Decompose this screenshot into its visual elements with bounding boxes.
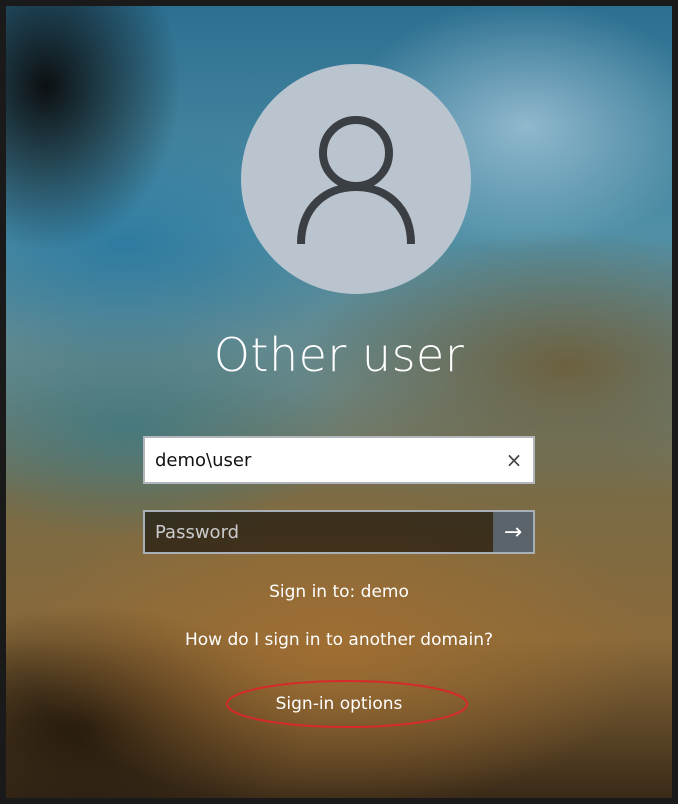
user-silhouette-icon	[297, 116, 415, 245]
arrow-right-icon[interactable]: →	[493, 512, 533, 552]
help-link[interactable]: How do I sign in to another domain?	[6, 630, 672, 650]
username-value[interactable]: demo\user	[145, 450, 495, 471]
sign-in-options-link[interactable]: Sign-in options	[6, 694, 672, 714]
username-field[interactable]: demo\user ×	[143, 436, 535, 484]
page-title: Other user	[213, 328, 465, 382]
close-icon[interactable]: ×	[495, 438, 533, 482]
password-field[interactable]: Password →	[143, 510, 535, 554]
lock-screen: Other user demo\user × Password → Sign i…	[6, 6, 672, 798]
user-avatar	[241, 64, 471, 294]
password-placeholder[interactable]: Password	[145, 522, 493, 543]
sign-in-to-label: Sign in to: demo	[269, 582, 409, 602]
